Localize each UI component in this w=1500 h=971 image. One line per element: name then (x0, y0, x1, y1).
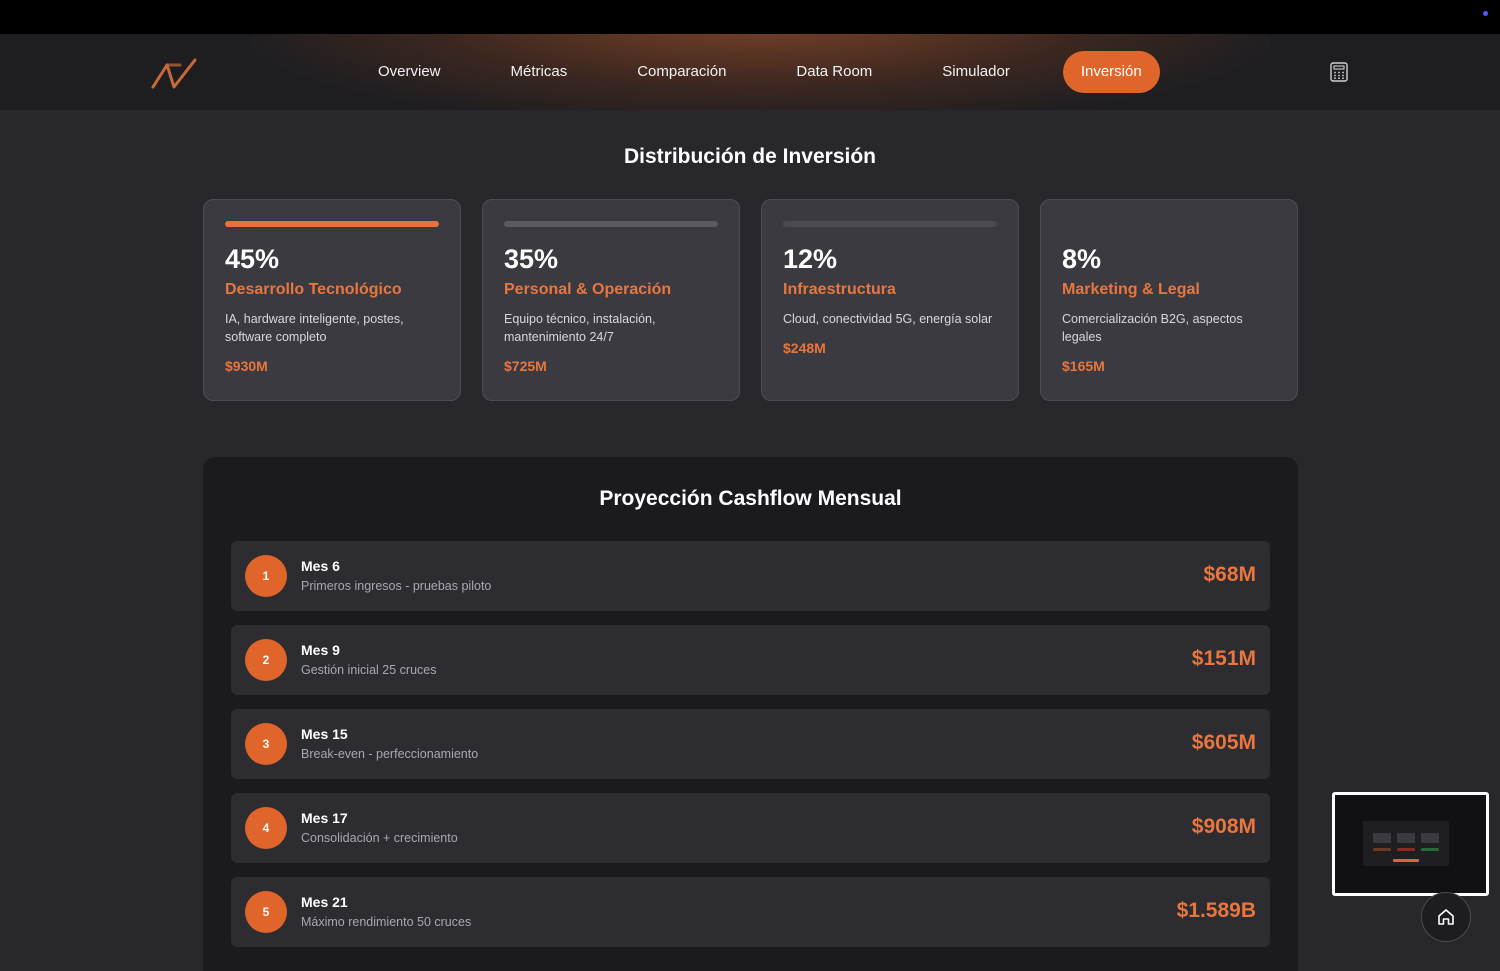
row-subtitle: Máximo rendimiento 50 cruces (301, 915, 472, 929)
calculator-icon[interactable] (1330, 62, 1348, 82)
card-description: Comercialización B2G, aspectos legales (1062, 312, 1243, 344)
distribution-card: 45% Desarrollo Tecnológico IA, hardware … (203, 199, 461, 401)
allocation-bar (504, 221, 718, 227)
distribution-title: Distribución de Inversión (623, 145, 877, 168)
status-dot (1483, 11, 1488, 16)
thumbnail-content (1363, 821, 1449, 866)
row-amount: $605M (1191, 731, 1256, 754)
cashflow-title: Proyección Cashflow Mensual (599, 487, 902, 510)
card-amount: $248M (783, 340, 826, 356)
card-category: Desarrollo Tecnológico (225, 281, 402, 298)
step-number: 4 (245, 807, 287, 849)
cashflow-row: 1 Mes 6 Primeros ingresos - pruebas pilo… (231, 541, 1270, 611)
card-category: Personal & Operación (504, 281, 672, 298)
row-title: Mes 15 (301, 726, 348, 742)
cashflow-list: 1 Mes 6 Primeros ingresos - pruebas pilo… (231, 541, 1270, 961)
distribution-cards: 45% Desarrollo Tecnológico IA, hardware … (203, 199, 1298, 401)
cashflow-row: 3 Mes 15 Break-even - perfeccionamiento … (231, 709, 1270, 779)
row-title: Mes 9 (301, 642, 340, 658)
card-amount: $165M (1062, 358, 1105, 374)
card-category: Infraestructura (783, 281, 896, 298)
card-percent: 12% (783, 244, 838, 274)
card-description: Cloud, conectividad 5G, energía solar (783, 312, 993, 326)
card-amount: $930M (225, 358, 268, 374)
cashflow-row: 5 Mes 21 Máximo rendimiento 50 cruces $1… (231, 877, 1270, 947)
row-amount: $908M (1191, 815, 1256, 838)
card-description: Equipo técnico, instalación, mantenimien… (504, 312, 656, 344)
nav-overview[interactable]: Overview (343, 51, 476, 93)
logo-icon[interactable] (150, 56, 198, 90)
cashflow-row: 2 Mes 9 Gestión inicial 25 cruces $151M (231, 625, 1270, 695)
distribution-card: 35% Personal & Operación Equipo técnico,… (482, 199, 740, 401)
navbar: Overview Métricas Comparación Data Room … (0, 34, 1500, 110)
allocation-bar (225, 221, 439, 227)
cashflow-row: 4 Mes 17 Consolidación + crecimiento $90… (231, 793, 1270, 863)
allocation-bar (783, 221, 997, 227)
distribution-card: 12% Infraestructura Cloud, conectividad … (761, 199, 1019, 401)
row-title: Mes 21 (301, 894, 348, 910)
cashflow-panel: Proyección Cashflow Mensual 1 Mes 6 Prim… (203, 457, 1298, 971)
nav-links: Overview Métricas Comparación Data Room … (343, 51, 1160, 93)
row-subtitle: Primeros ingresos - pruebas piloto (301, 579, 492, 593)
card-amount: $725M (504, 358, 547, 374)
nav-metricas[interactable]: Métricas (476, 51, 603, 93)
row-subtitle: Break-even - perfeccionamiento (301, 747, 479, 761)
row-title: Mes 17 (301, 810, 348, 826)
nav-inversion[interactable]: Inversión (1062, 51, 1160, 93)
row-subtitle: Gestión inicial 25 cruces (301, 663, 437, 677)
nav-data-room[interactable]: Data Room (761, 51, 907, 93)
nav-simulador[interactable]: Simulador (907, 51, 1045, 93)
row-amount: $151M (1191, 647, 1256, 670)
card-description: IA, hardware inteligente, postes, softwa… (225, 312, 404, 344)
page-preview-thumbnail[interactable] (1332, 792, 1489, 896)
card-percent: 45% (225, 244, 280, 274)
row-amount: $68M (1203, 563, 1256, 586)
step-number: 1 (245, 555, 287, 597)
step-number: 3 (245, 723, 287, 765)
row-amount: $1.589B (1176, 899, 1256, 922)
row-title: Mes 6 (301, 558, 340, 574)
home-icon (1438, 909, 1454, 925)
card-percent: 8% (1062, 244, 1102, 274)
allocation-bar (1062, 221, 1276, 227)
nav-comparacion[interactable]: Comparación (602, 51, 761, 93)
card-category: Marketing & Legal (1062, 281, 1200, 298)
row-subtitle: Consolidación + crecimiento (301, 831, 458, 845)
card-percent: 35% (504, 244, 559, 274)
system-top-bar (0, 0, 1500, 34)
distribution-card: 8% Marketing & Legal Comercialización B2… (1040, 199, 1298, 401)
step-number: 2 (245, 639, 287, 681)
home-button[interactable] (1421, 892, 1471, 942)
step-number: 5 (245, 891, 287, 933)
